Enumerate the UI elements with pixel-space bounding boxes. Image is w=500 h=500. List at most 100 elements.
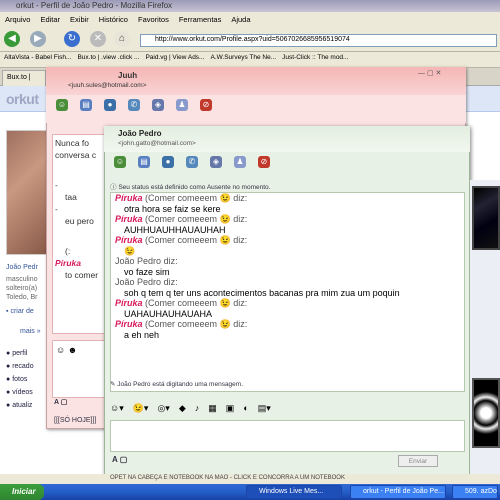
says-label: diz: (233, 298, 248, 308)
says-label: diz: (233, 214, 248, 224)
menu-historico[interactable]: Histórico (99, 15, 128, 25)
says-label: diz: (163, 277, 178, 287)
task-windows-live[interactable]: Windows Live Mes... (246, 485, 342, 499)
share-files-icon[interactable]: ▤ (138, 156, 150, 168)
block-icon[interactable]: ⊘ (200, 99, 212, 111)
bookmark-paidvg[interactable]: Paid.vg | View Ads... (145, 54, 204, 65)
nudge-icon[interactable]: ◆ (179, 403, 186, 414)
message-sender: Píruka (Comer comeeem 😉 diz: (115, 298, 248, 308)
create-link[interactable]: ▪ criar de (6, 308, 34, 315)
tab-label: Bux.to | (7, 74, 31, 81)
task-firefox[interactable]: orkut - Perfil de João Pe... (350, 485, 446, 499)
wink-icon[interactable]: 😉▾ (133, 403, 149, 414)
message-sender: Píruka (Comer comeeem 😉 diz: (115, 319, 248, 329)
start-button[interactable]: Iniciar (0, 484, 44, 500)
menu-atualizacoes-label: atualiz (12, 402, 33, 409)
back-arrow-icon[interactable]: ◀ (4, 31, 20, 47)
call-icon[interactable]: ✆ (186, 156, 198, 168)
menu-fotos[interactable]: ● fotos (6, 376, 27, 383)
message-text: UAHAUHAUHAUAHA (124, 308, 213, 319)
says-label: diz: (233, 319, 248, 329)
task-azdo[interactable]: 509. azDo (452, 485, 498, 499)
orkut-logo[interactable]: orkut (6, 91, 39, 107)
image-icon[interactable]: ▣ (226, 403, 235, 414)
sender-suffix: (Comer comeeem (145, 319, 218, 329)
stop-icon[interactable]: ✕ (90, 31, 106, 47)
menu-perfil[interactable]: ● perfil (6, 350, 27, 357)
says-label: diz: (163, 256, 178, 266)
sender-suffix: (Comer comeeem (145, 193, 218, 203)
bookmark-buxto[interactable]: Bux.to | .view .click ... (77, 54, 139, 65)
block-icon[interactable]: ⊘ (258, 156, 270, 168)
call-icon[interactable]: ✆ (128, 99, 140, 111)
sender-name: João Pedro (115, 256, 162, 266)
menu-editar[interactable]: Editar (40, 15, 60, 25)
message-sender: João Pedro diz: (115, 256, 460, 267)
menu-arquivo[interactable]: Arquivo (5, 15, 30, 25)
profile-gender: masculino (6, 276, 38, 283)
home-icon[interactable]: ⌂ (114, 31, 130, 47)
chat2-title-bar[interactable]: João Pedro <john.gatto@hotmail.com> (104, 126, 470, 152)
bookmarks-toolbar: AltaVista - Babel Fish... Bux.to | .view… (0, 52, 500, 68)
gift-icon[interactable]: ♪ (195, 403, 200, 414)
tab-buxto[interactable]: Bux.to | (2, 70, 46, 86)
chat2-contact-name: João Pedro (118, 129, 162, 138)
typing-text: João Pedro está digitando uma mensagem. (117, 381, 244, 388)
activities-icon[interactable]: ◈ (152, 99, 164, 111)
invite-icon[interactable]: ☺ (56, 99, 68, 111)
typing-indicator: ✎ João Pedro está digitando uma mensagem… (110, 381, 244, 388)
chat1-line: conversa c (55, 150, 97, 160)
bookmark-awsurveys[interactable]: A.W.Surveys The Ne... (210, 54, 276, 65)
menu-fotos-label: fotos (12, 376, 28, 383)
activities-icon[interactable]: ◈ (210, 156, 222, 168)
says-label: diz: (233, 193, 248, 203)
message-sender: João Pedro diz: (115, 277, 460, 288)
menu-videos[interactable]: ● vídeos (6, 389, 33, 396)
chat1-emoticon-icon[interactable]: ☺ ☻ (56, 345, 77, 355)
more-link[interactable]: mais » (20, 328, 41, 335)
sender-name: Píruka (115, 319, 143, 329)
navigation-toolbar: ◀ ▶ ↻ ✕ ⌂ http://www.orkut.com/Profile.a… (0, 28, 500, 52)
emoticon-toolbar: ☺▾ 😉▾ ◎▾ ◆ ♪ ▦ ▣ ◐ ▤▾ (110, 400, 465, 418)
video-icon[interactable]: ● (104, 99, 116, 111)
my-avatar[interactable] (472, 378, 500, 448)
chat2-contact-email: <john.gatto@hotmail.com> (118, 140, 196, 147)
menu-recados[interactable]: ● recado (6, 363, 34, 370)
menu-recados-label: recado (12, 363, 34, 370)
chat1-window-controls[interactable]: — ▢ ✕ (418, 69, 441, 77)
chat1-title-bar[interactable]: Juuh <juuh.sules@hotmail.com> — ▢ ✕ (46, 67, 466, 95)
background-icon[interactable]: ▦ (208, 403, 217, 414)
font-color-icon[interactable]: ◐ (243, 403, 248, 414)
share-files-icon[interactable]: ▤ (80, 99, 92, 111)
reload-icon[interactable]: ↻ (64, 31, 80, 47)
format-icon[interactable]: ▤▾ (258, 403, 271, 414)
status-notice: ⓘ Seu status está definido como Ausente … (110, 184, 271, 191)
font-icon[interactable]: A ▢ (112, 455, 127, 464)
emoticon-icon[interactable]: ☺▾ (110, 403, 124, 414)
games-icon[interactable]: ♟ (234, 156, 246, 168)
menu-ferramentas[interactable]: Ferramentas (179, 15, 222, 25)
chat2-toolbar: ☺ ▤ ● ✆ ◈ ♟ ⊘ (104, 152, 470, 180)
send-button[interactable]: Enviar (398, 455, 438, 467)
chat2-message-input[interactable] (110, 420, 465, 452)
chat1-font-icon[interactable]: A ▢ (54, 398, 67, 406)
profile-photo[interactable] (6, 130, 48, 255)
voice-clip-icon[interactable]: ◎▾ (157, 403, 169, 414)
sender-name: João Pedro (115, 277, 162, 287)
menu-perfil-label: perfil (12, 350, 28, 357)
menu-atualizacoes[interactable]: ● atualiz (6, 402, 32, 409)
url-bar[interactable]: http://www.orkut.com/Profile.aspx?uid=50… (140, 34, 497, 47)
menu-exibir[interactable]: Exibir (70, 15, 89, 25)
window-title: orkut - Perfil de João Pedro - Mozilla F… (16, 1, 173, 10)
invite-icon[interactable]: ☺ (114, 156, 126, 168)
menu-favoritos[interactable]: Favoritos (138, 15, 169, 25)
menu-bar: Arquivo Editar Exibir Histórico Favorito… (0, 12, 500, 28)
bookmark-justclick[interactable]: Just-Click :: The mod... (282, 54, 348, 65)
contact-avatar[interactable] (472, 186, 500, 250)
menu-ajuda[interactable]: Ajuda (231, 15, 250, 25)
games-icon[interactable]: ♟ (176, 99, 188, 111)
bookmark-altavista[interactable]: AltaVista - Babel Fish... (4, 54, 71, 65)
video-icon[interactable]: ● (162, 156, 174, 168)
profile-name[interactable]: João Pedr (6, 264, 38, 271)
says-label: diz: (233, 235, 248, 245)
